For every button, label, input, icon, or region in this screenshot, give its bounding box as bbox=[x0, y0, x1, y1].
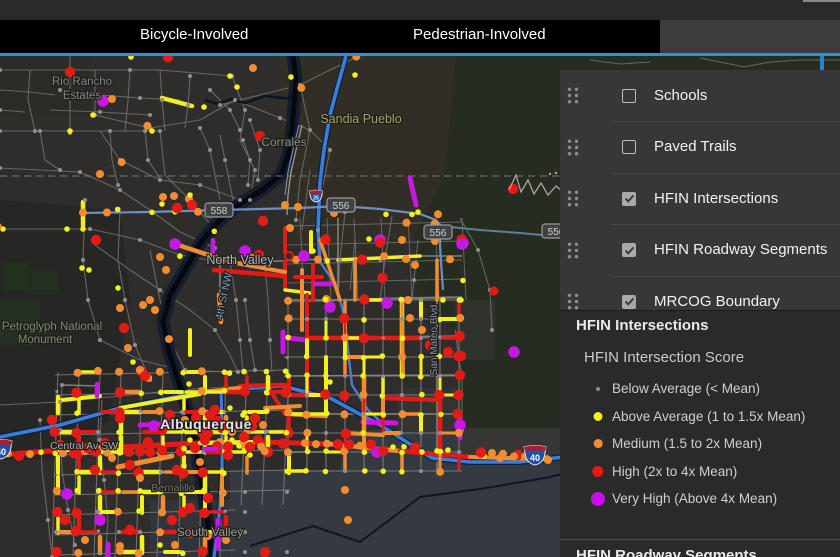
svg-text:Corrales: Corrales bbox=[261, 135, 306, 149]
svg-text:40: 40 bbox=[530, 453, 540, 463]
svg-text:Bernalillo: Bernalillo bbox=[151, 482, 194, 494]
svg-text:North Valley: North Valley bbox=[206, 253, 274, 267]
svg-text:558: 558 bbox=[211, 206, 228, 217]
svg-text:Petroglyph National: Petroglyph National bbox=[2, 321, 102, 333]
svg-text:San Mateo Blvd: San Mateo Blvd bbox=[429, 305, 440, 376]
svg-text:South Valley: South Valley bbox=[177, 525, 244, 539]
svg-text:556: 556 bbox=[430, 228, 447, 239]
svg-text:40: 40 bbox=[0, 447, 6, 457]
svg-text:Monument: Monument bbox=[18, 334, 73, 346]
svg-text:Albuquerque: Albuquerque bbox=[160, 416, 252, 432]
svg-text:Estates: Estates bbox=[63, 90, 102, 102]
svg-text:Sandia Pueblo: Sandia Pueblo bbox=[320, 112, 401, 126]
svg-text:Rio Rancho: Rio Rancho bbox=[52, 76, 112, 88]
svg-text:25: 25 bbox=[313, 196, 319, 202]
svg-text:Central Av SW: Central Av SW bbox=[50, 440, 118, 452]
svg-text:556: 556 bbox=[333, 201, 350, 212]
